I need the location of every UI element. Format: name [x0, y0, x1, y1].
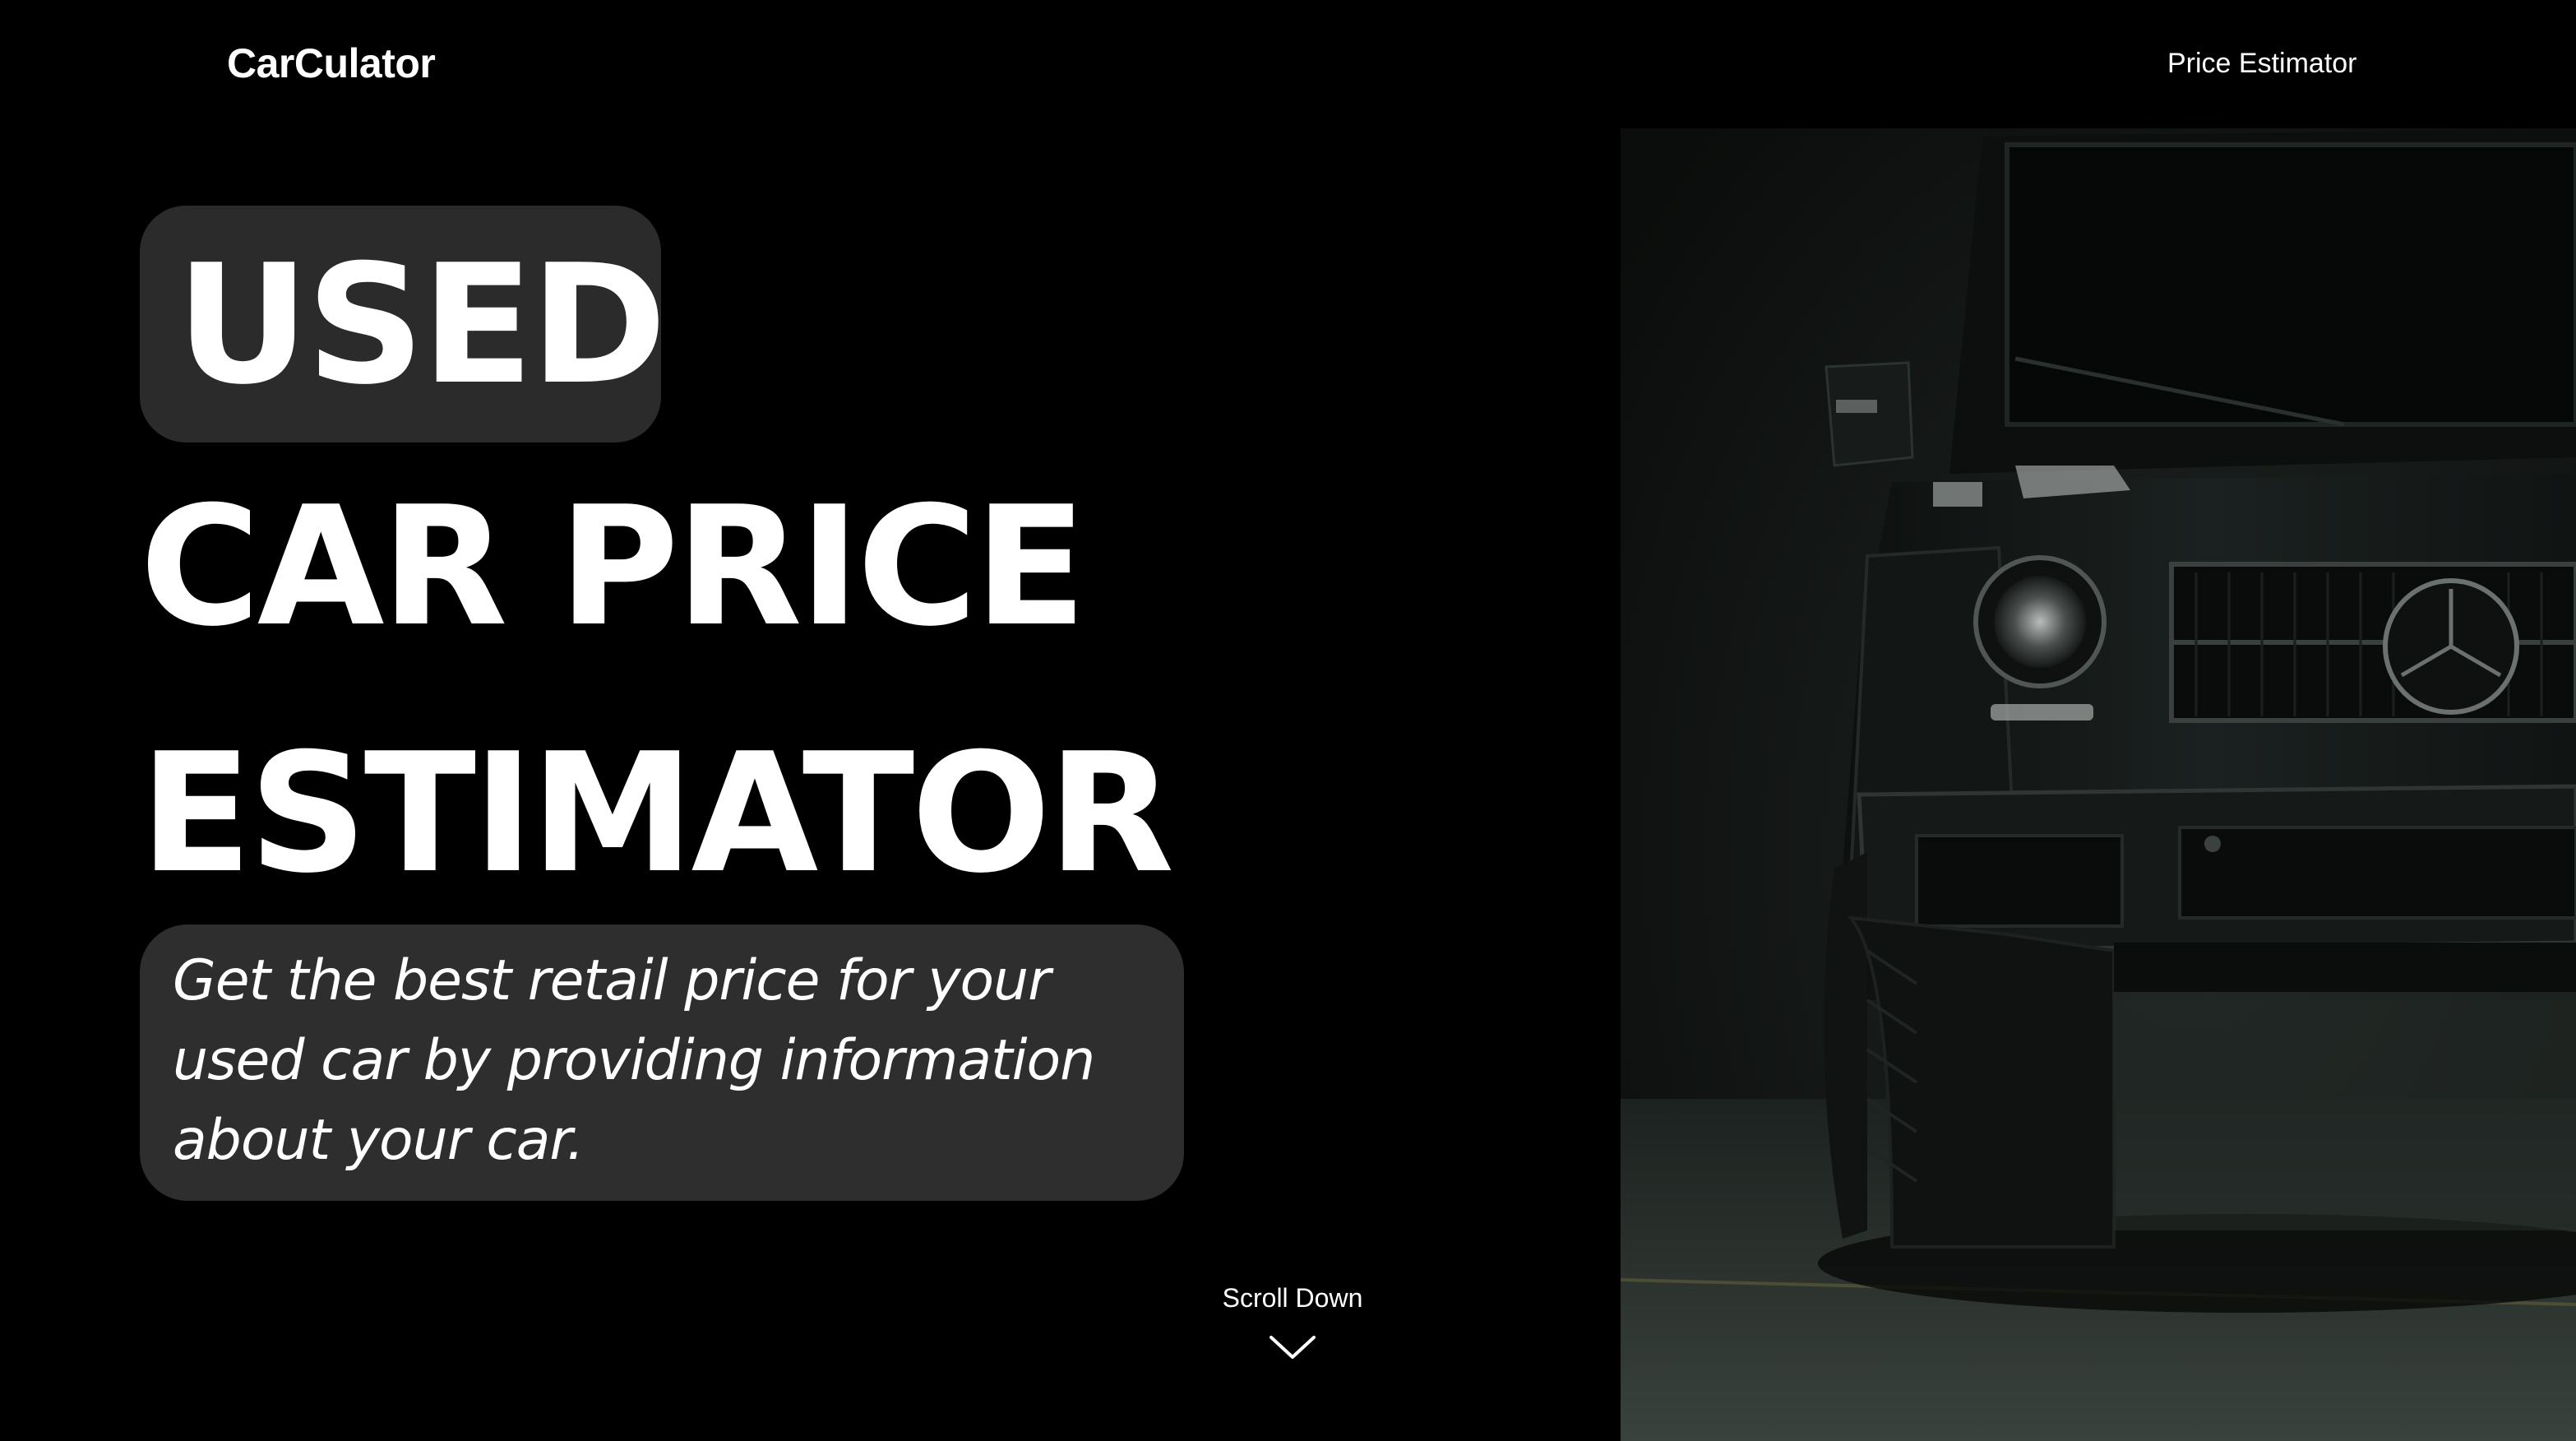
headline-used: USED [176, 229, 667, 421]
black-suv-photo [1621, 128, 2576, 1441]
tagline-box: Get the best retail price for your used … [140, 924, 1184, 1201]
chevron-down-icon [1270, 1336, 1316, 1359]
hero-section: USED CAR PRICE ESTIMATOR Get the best re… [0, 0, 1612, 1441]
tagline: Get the best retail price for your used … [173, 948, 1095, 1173]
scroll-down-label: Scroll Down [1222, 1283, 1363, 1313]
nav-link-price-estimator[interactable]: Price Estimator [2167, 44, 2357, 82]
landing-page: CarCulator Price Estimator USED CAR PRIC… [0, 0, 2576, 1441]
headline-car-price: CAR PRICE [140, 471, 1087, 663]
headline-estimator: ESTIMATOR [140, 718, 1174, 910]
scroll-down-button[interactable]: Scroll Down [1194, 1280, 1391, 1362]
